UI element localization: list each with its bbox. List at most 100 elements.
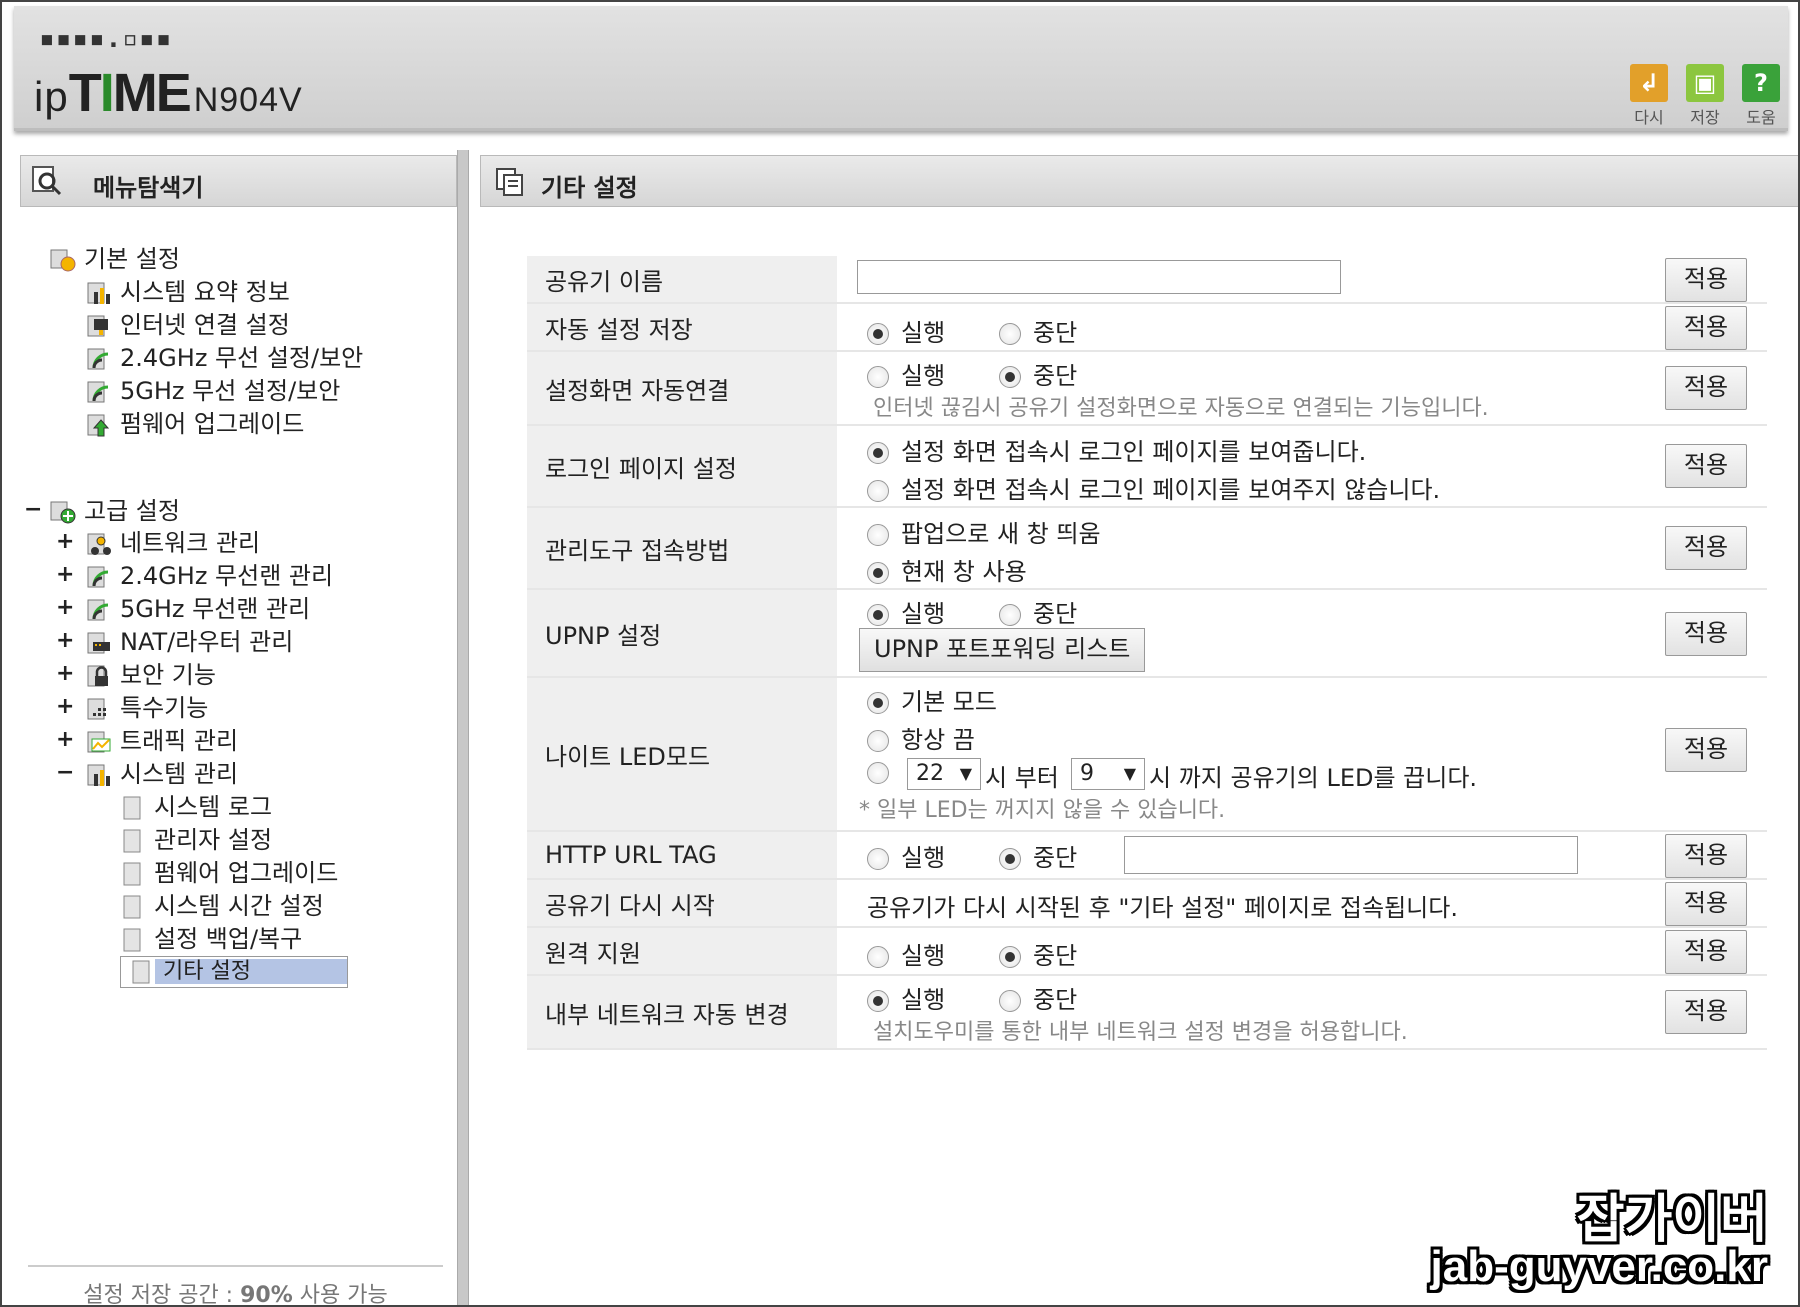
restart-description: 공유기가 다시 시작된 후 "기타 설정" 페이지로 접속됩니다. — [867, 894, 1458, 922]
apply-button[interactable]: 적용 — [1665, 930, 1747, 974]
radio-run[interactable]: 실행 — [867, 313, 945, 348]
apply-button[interactable]: 적용 — [1665, 834, 1747, 878]
apply-button[interactable]: 적용 — [1665, 990, 1747, 1034]
tree-basic-settings[interactable]: 기본 설정 — [50, 243, 180, 275]
help-icon: ? — [1742, 64, 1780, 102]
led-to-select[interactable]: 9 ▼ — [1071, 758, 1145, 790]
watermark-url: jab-guyver.co.kr — [1430, 1242, 1768, 1291]
expand-icon[interactable]: + — [56, 694, 74, 719]
tree-item-special[interactable]: 특수기능 — [86, 692, 208, 724]
radio-stop[interactable]: 중단 — [999, 838, 1077, 873]
tree-item-system-management[interactable]: 시스템 관리 — [86, 758, 238, 790]
row-auto-save: 자동 설정 저장 실행 중단 적용 — [527, 304, 1767, 352]
radio-stop[interactable]: 중단 — [999, 356, 1077, 391]
apply-button[interactable]: 적용 — [1665, 366, 1747, 410]
tree-item-network[interactable]: 네트워크 관리 — [86, 527, 260, 559]
row-remote-support: 원격 지원 실행 중단 적용 — [527, 928, 1767, 976]
radio-stop[interactable]: 중단 — [999, 594, 1077, 629]
radio-show-login[interactable]: 설정 화면 접속시 로그인 페이지를 보여줍니다. — [867, 432, 1366, 467]
traffic-chart-icon — [86, 729, 112, 755]
led-from-select[interactable]: 22 ▼ — [907, 758, 981, 790]
expand-icon[interactable]: + — [56, 727, 74, 752]
tree-item-backup-restore[interactable]: 설정 백업/복구 — [120, 923, 302, 955]
radio-led-always-off[interactable]: 항상 끔 — [867, 720, 975, 755]
router-icon — [86, 630, 112, 656]
tree-advanced-settings[interactable]: 고급 설정 — [50, 495, 180, 527]
save-button[interactable]: ▣ 저장 — [1682, 64, 1728, 128]
monitor-icon — [86, 313, 112, 339]
apply-button[interactable]: 적용 — [1665, 526, 1747, 570]
collapse-icon[interactable]: − — [56, 760, 74, 785]
page-icon — [120, 828, 146, 854]
router-name-input[interactable] — [857, 260, 1341, 294]
tree-item-system-summary[interactable]: 시스템 요약 정보 — [86, 276, 290, 308]
row-http-url-tag: HTTP URL TAG 실행 중단 적용 — [527, 832, 1767, 880]
tree-item-misc-settings[interactable]: 기타 설정 — [120, 956, 348, 988]
apply-button[interactable]: 적용 — [1665, 728, 1747, 772]
upnp-port-forwarding-list-button[interactable]: UPNP 포트포워딩 리스트 — [859, 628, 1146, 672]
folder-settings-icon — [50, 247, 76, 273]
page-icon — [120, 894, 146, 920]
tree-item-admin-settings[interactable]: 관리자 설정 — [120, 824, 272, 856]
brand-mark: ▪▪▪▪.▫▪▪ — [39, 24, 173, 54]
expand-icon[interactable]: + — [56, 628, 74, 653]
radio-led-default[interactable]: 기본 모드 — [867, 682, 997, 717]
radio-hide-login[interactable]: 설정 화면 접속시 로그인 페이지를 보여주지 않습니다. — [867, 470, 1440, 505]
http-url-tag-input[interactable] — [1124, 836, 1578, 874]
radio-run[interactable]: 실행 — [867, 838, 945, 873]
content-header: 기타 설정 — [480, 155, 1798, 207]
radio-led-schedule[interactable] — [867, 758, 901, 786]
wifi-icon — [86, 564, 112, 590]
expand-icon[interactable]: + — [56, 562, 74, 587]
radio-run[interactable]: 실행 — [867, 594, 945, 629]
radio-run[interactable]: 실행 — [867, 356, 945, 391]
tree-item-firmware-upgrade[interactable]: 펌웨어 업그레이드 — [86, 408, 304, 440]
expand-icon[interactable]: + — [56, 661, 74, 686]
apply-button[interactable]: 적용 — [1665, 882, 1747, 926]
radio-run[interactable]: 실행 — [867, 980, 945, 1015]
tree-item-time-settings[interactable]: 시스템 시간 설정 — [120, 890, 324, 922]
tree-item-firmware-upgrade-2[interactable]: 펌웨어 업그레이드 — [120, 857, 338, 889]
radio-current-window[interactable]: 현재 창 사용 — [867, 552, 1027, 587]
wifi-icon — [86, 346, 112, 372]
led-note: * 일부 LED는 꺼지지 않을 수 있습니다. — [859, 798, 1226, 823]
tree-item-traffic[interactable]: 트래픽 관리 — [86, 725, 238, 757]
apply-button[interactable]: 적용 — [1665, 306, 1747, 350]
radio-stop[interactable]: 중단 — [999, 936, 1077, 971]
menu-search-icon — [32, 166, 62, 196]
dropdown-arrow-icon: ▼ — [959, 764, 972, 783]
row-restart: 공유기 다시 시작 공유기가 다시 시작된 후 "기타 설정" 페이지로 접속됩… — [527, 880, 1767, 928]
network-icon — [86, 531, 112, 557]
page-icon — [120, 795, 146, 821]
dropdown-arrow-icon: ▼ — [1123, 764, 1136, 783]
radio-run[interactable]: 실행 — [867, 936, 945, 971]
radio-stop[interactable]: 중단 — [999, 313, 1077, 348]
tree-item-wifi-24[interactable]: 2.4GHz 무선 설정/보안 — [86, 342, 363, 374]
chart-icon — [86, 762, 112, 788]
apply-button[interactable]: 적용 — [1665, 258, 1747, 302]
radio-popup[interactable]: 팝업으로 새 창 띄움 — [867, 514, 1101, 549]
folder-add-icon — [50, 499, 76, 525]
help-button[interactable]: ? 도움 — [1738, 64, 1784, 128]
expand-icon[interactable]: + — [56, 529, 74, 554]
collapse-icon[interactable]: − — [24, 497, 42, 522]
lock-icon — [86, 663, 112, 689]
model-name: N904V — [193, 81, 303, 119]
tree-item-wlan-24[interactable]: 2.4GHz 무선랜 관리 — [86, 560, 333, 592]
row-login-page: 로그인 페이지 설정 설정 화면 접속시 로그인 페이지를 보여줍니다. 설정 … — [527, 426, 1767, 508]
apply-button[interactable]: 적용 — [1665, 444, 1747, 488]
expand-icon[interactable]: + — [56, 595, 74, 620]
tree-item-nat-router[interactable]: NAT/라우터 관리 — [86, 626, 293, 658]
radio-stop[interactable]: 중단 — [999, 980, 1077, 1015]
window: ▪▪▪▪.▫▪▪ ip TIME N904V ↲ 다시 ▣ 저장 ? 도움 메뉴탐색… — [0, 0, 1800, 1307]
undo-button[interactable]: ↲ 다시 — [1626, 64, 1672, 128]
tree-item-system-log[interactable]: 시스템 로그 — [120, 791, 272, 823]
tree-item-internet-connection[interactable]: 인터넷 연결 설정 — [86, 309, 290, 341]
tree-item-wlan-5[interactable]: 5GHz 무선랜 관리 — [86, 593, 310, 625]
tree-item-security[interactable]: 보안 기능 — [86, 659, 216, 691]
row-auto-connect: 설정화면 자동연결 실행 중단 인터넷 끊김시 공유기 설정화면으로 자동으로 … — [527, 352, 1767, 426]
apply-button[interactable]: 적용 — [1665, 612, 1747, 656]
page-title: 기타 설정 — [541, 174, 638, 202]
panel-divider[interactable] — [457, 150, 469, 1305]
tree-item-wifi-5[interactable]: 5GHz 무선 설정/보안 — [86, 375, 340, 407]
